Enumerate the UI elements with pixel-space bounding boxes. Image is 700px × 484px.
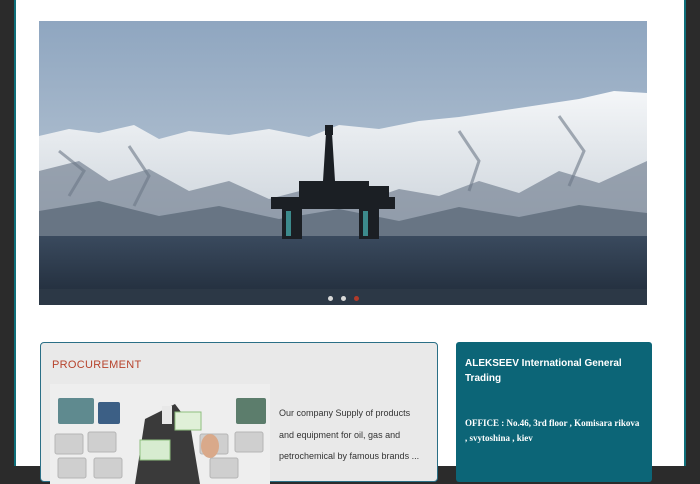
procurement-line-3[interactable]: petrochemical by famous brands ... (279, 446, 434, 468)
procurement-line-1: Our company Supply of products (279, 408, 411, 418)
procurement-title: PROCUREMENT (52, 359, 142, 371)
offshore-rig-image (39, 21, 647, 305)
procurement-panel: PROCUREMENT Our company Supply of produc… (40, 342, 438, 484)
office-address: OFFICE : No.46, 3rd floor , Komisara rik… (465, 418, 640, 443)
slider-dots (39, 296, 647, 301)
procurement-description: Our company Supply of products and equip… (279, 403, 434, 468)
slider-dot-2[interactable] (340, 296, 346, 301)
page-container: PROCUREMENT Our company Supply of produc… (14, 0, 686, 484)
hero-slider[interactable] (39, 21, 647, 305)
office-panel: ALEKSEEV International General Trading O… (456, 342, 652, 482)
company-name: ALEKSEEV International General Trading (465, 358, 622, 384)
slider-dot-3[interactable] (353, 296, 359, 301)
slider-dot-1[interactable] (327, 296, 333, 301)
procurement-image (50, 384, 270, 484)
procurement-line-2: and equipment for oil, gas and (279, 429, 401, 440)
